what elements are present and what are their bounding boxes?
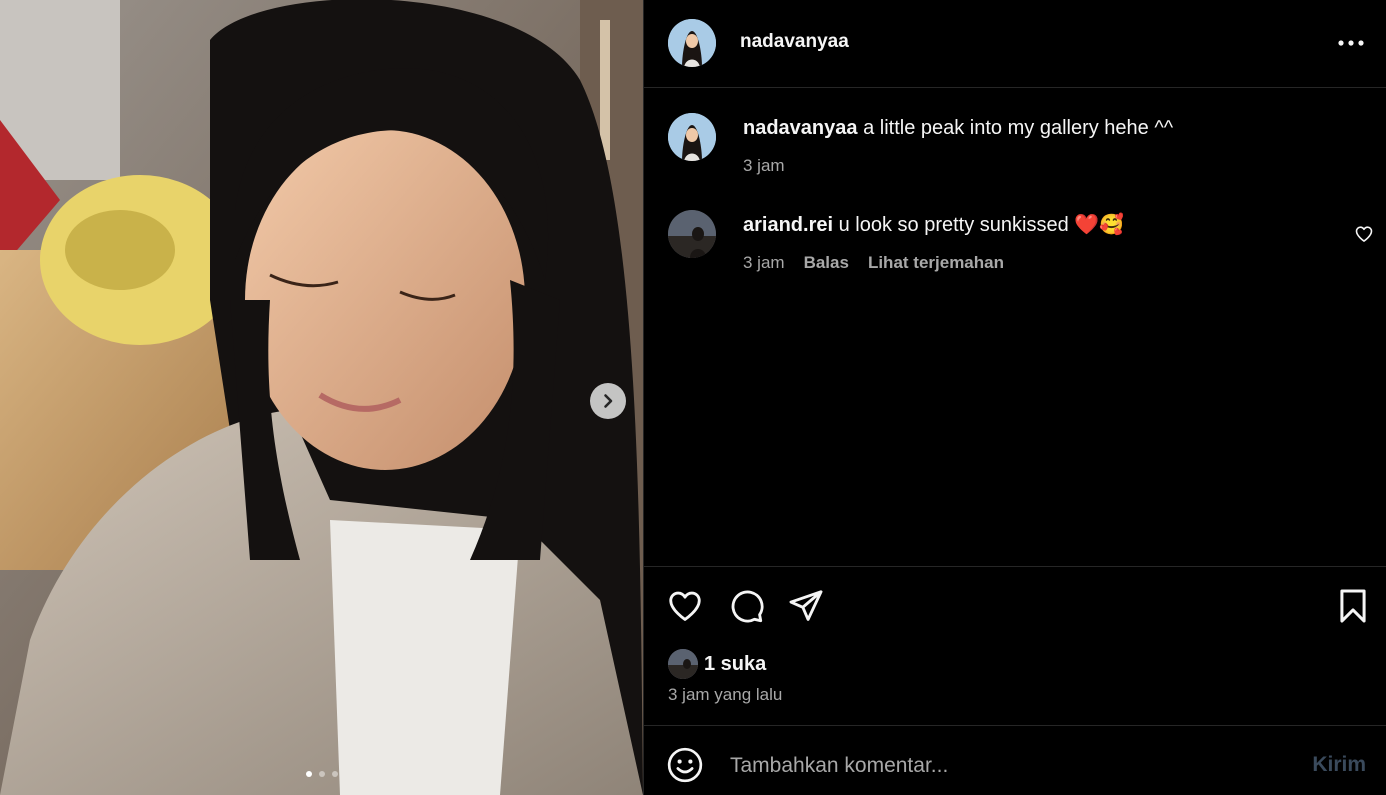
media-dot [305, 771, 312, 777]
post-details-panel: nadavanyaa nadavanyaa a little peak into… [644, 0, 1386, 795]
likes-summary[interactable]: 1 suka [668, 649, 766, 679]
author-avatar[interactable] [668, 19, 716, 67]
reply-button[interactable]: Balas [804, 253, 849, 273]
likes-count[interactable]: 1 suka [704, 653, 766, 676]
post-time-ago[interactable]: 3 jam yang lalu [668, 685, 782, 705]
more-options-icon[interactable] [1336, 30, 1366, 56]
comment-time[interactable]: 3 jam [743, 253, 785, 273]
comment-meta: 3 jam Balas Lihat terjemahan [743, 253, 1004, 273]
send-comment-button[interactable]: Kirim [1312, 753, 1366, 777]
caption-avatar[interactable] [668, 113, 716, 161]
comment-like-heart-icon[interactable] [1354, 224, 1374, 244]
heart-icon[interactable] [666, 587, 704, 625]
post-photo [0, 0, 643, 795]
comment-username[interactable]: ariand.rei [743, 214, 833, 236]
next-media-button[interactable] [590, 383, 626, 419]
smiley-icon[interactable] [666, 746, 704, 784]
post-media[interactable] [0, 0, 643, 795]
bookmark-icon[interactable] [1334, 587, 1372, 625]
caption-username[interactable]: nadavanyaa [743, 117, 858, 139]
liker-avatar [668, 649, 698, 679]
media-dot [318, 771, 325, 777]
comment-composer: Kirim [644, 725, 1386, 795]
comment-bubble-icon[interactable] [727, 587, 765, 625]
post-actions: 1 suka 3 jam yang lalu [644, 566, 1386, 726]
comment-input[interactable] [728, 746, 1292, 786]
chevron-right-icon [604, 394, 613, 408]
comment-text: ariand.rei u look so pretty sunkissed ❤️… [743, 212, 1124, 238]
caption-text: nadavanyaa a little peak into my gallery… [743, 115, 1173, 141]
caption-body: a little peak into my gallery hehe ^^ [863, 117, 1174, 139]
see-translation-button[interactable]: Lihat terjemahan [868, 253, 1004, 273]
caption-time[interactable]: 3 jam [743, 156, 785, 176]
paper-plane-icon[interactable] [787, 587, 825, 625]
author-username[interactable]: nadavanyaa [740, 31, 849, 53]
caption-meta: 3 jam [743, 156, 785, 176]
media-dot [331, 771, 338, 777]
comment-body: u look so pretty sunkissed ❤️🥰 [838, 214, 1125, 236]
post-header: nadavanyaa [644, 0, 1386, 88]
media-pagination-dots [0, 771, 643, 777]
commenter-avatar[interactable] [668, 210, 716, 258]
